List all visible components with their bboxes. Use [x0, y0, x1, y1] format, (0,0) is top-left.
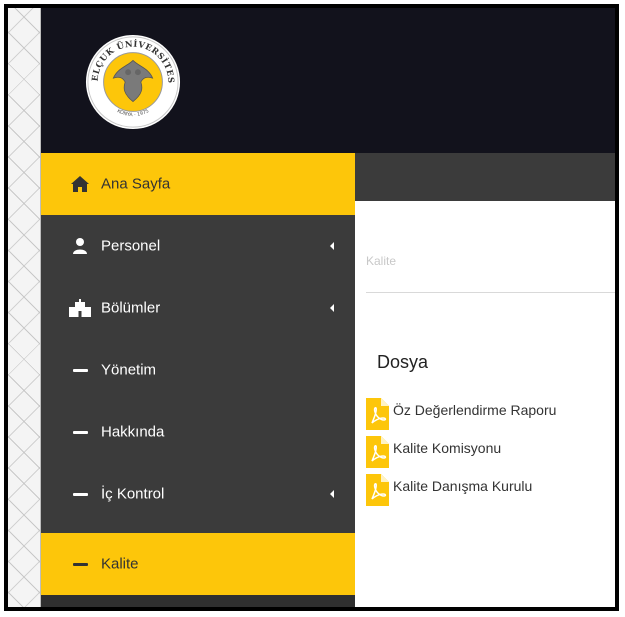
- home-icon: [69, 174, 91, 194]
- sidebar-item-label: Personel: [101, 237, 161, 255]
- section-title: Dosya: [377, 352, 429, 372]
- page-frame: SELÇUK ÜNİVERSİTESİ KONYA · 1975 Ana Say…: [4, 4, 619, 611]
- divider: [366, 292, 615, 293]
- sidebar-item-bolumler[interactable]: Bölümler: [41, 277, 355, 339]
- pdf-icon: [366, 474, 389, 506]
- sidebar-item-label: İç Kontrol: [101, 485, 165, 503]
- sidebar-item-ana-sayfa[interactable]: Ana Sayfa: [41, 153, 355, 215]
- pdf-icon: [366, 398, 389, 430]
- chevron-left-icon: [330, 242, 334, 250]
- sidebar-item-personel[interactable]: Personel: [41, 215, 355, 277]
- chevron-left-icon: [330, 490, 334, 498]
- sidebar-item-hakkinda[interactable]: Hakkında: [41, 401, 355, 463]
- dash-icon: [69, 484, 91, 504]
- building-icon: [69, 298, 91, 318]
- sidebar-item-label: Kalite: [101, 555, 139, 573]
- university-logo[interactable]: SELÇUK ÜNİVERSİTESİ KONYA · 1975: [84, 33, 182, 131]
- pdf-icon: [366, 436, 389, 468]
- chevron-left-icon: [330, 304, 334, 312]
- file-link-label: Öz Değerlendirme Raporu: [393, 402, 557, 418]
- sidebar-item-label: Ana Sayfa: [101, 175, 171, 193]
- file-link-oz-degerlendirme[interactable]: Öz Değerlendirme Raporu: [366, 398, 556, 430]
- sidebar-item-yonetim[interactable]: Yönetim: [41, 339, 355, 401]
- sidebar-item-ic-kontrol[interactable]: İç Kontrol: [41, 463, 355, 525]
- dash-icon: [69, 422, 91, 442]
- user-icon: [69, 236, 91, 256]
- site-header: SELÇUK ÜNİVERSİTESİ KONYA · 1975: [41, 8, 615, 153]
- sidebar-item-label: Bölümler: [101, 299, 161, 317]
- sidebar: Ana Sayfa Personel Bölümler Yönetim Hakk…: [41, 153, 355, 607]
- top-bar: [355, 153, 615, 201]
- file-link-label: Kalite Komisyonu: [393, 440, 502, 456]
- sidebar-footer: [41, 595, 355, 607]
- file-link-kalite-komisyonu[interactable]: Kalite Komisyonu: [366, 436, 501, 468]
- breadcrumb[interactable]: Kalite: [366, 254, 396, 268]
- file-link-label: Kalite Danışma Kurulu: [393, 478, 533, 494]
- file-link-kalite-danisma-kurulu[interactable]: Kalite Danışma Kurulu: [366, 474, 532, 506]
- decorative-pattern: [8, 8, 40, 607]
- sidebar-item-label: Yönetim: [101, 361, 157, 379]
- sidebar-item-label: Hakkında: [101, 423, 165, 441]
- dash-icon: [69, 360, 91, 380]
- sidebar-item-kalite[interactable]: Kalite: [41, 533, 355, 595]
- dash-icon: [69, 554, 91, 574]
